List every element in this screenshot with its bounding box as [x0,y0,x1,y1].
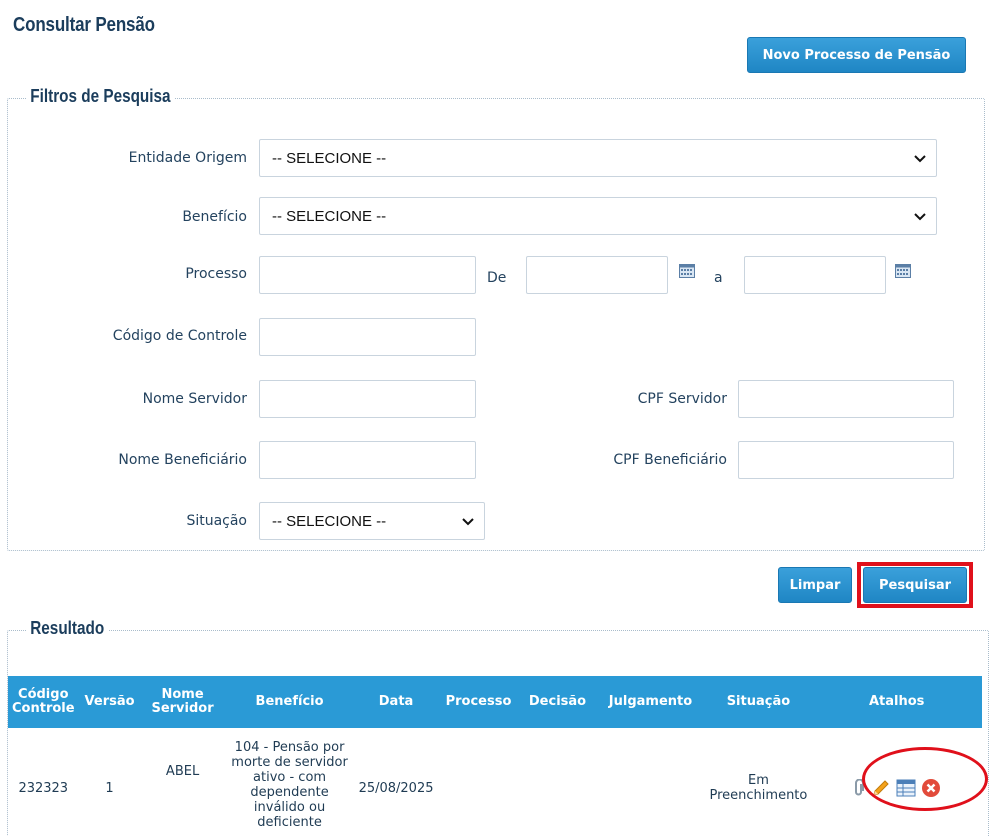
table-row: 232323 1 ABEL 104 - Pensão por morte de … [8,728,982,836]
processo-input[interactable] [259,256,476,294]
situacao-select-value: -- SELECIONE -- [272,512,387,530]
column-header[interactable]: Situação [705,676,812,728]
cell-julgamento [596,728,706,836]
de-label: De [487,270,507,286]
cell-processo [438,728,520,836]
date-to-input[interactable] [744,256,886,294]
a-label: a [714,270,723,286]
cpf-beneficiario-label: CPF Beneficiário [613,452,727,468]
codigo-controle-input[interactable] [259,318,476,356]
cell-beneficio: 104 - Pensão por morte de servidor ativo… [231,740,348,830]
filters-legend: Filtros de Pesquisa [26,86,175,107]
codigo-controle-label: Código de Controle [112,328,247,344]
cell-nome-servidor: ABEL [165,764,200,779]
beneficio-select[interactable]: -- SELECIONE -- [259,197,937,235]
column-header[interactable]: Julgamento [595,676,706,728]
column-header[interactable]: Data [354,676,438,728]
cell-decisao [520,728,596,836]
nome-beneficiario-input[interactable] [259,441,476,479]
column-header[interactable]: Benefício [224,676,355,728]
situacao-label: Situação [186,513,247,529]
column-header[interactable]: Nome Servidor [140,676,225,728]
nome-servidor-input[interactable] [259,380,476,418]
search-button-highlight [857,562,973,608]
cpf-servidor-input[interactable] [738,380,954,418]
chevron-down-icon [914,213,926,221]
nome-beneficiario-label: Nome Beneficiário [118,452,247,468]
results-table: Código Controle Versão Nome Servidor Ben… [8,676,982,836]
entidade-select[interactable]: -- SELECIONE -- [259,139,937,177]
cpf-beneficiario-input[interactable] [738,441,954,479]
cell-versao: 1 [105,780,114,796]
beneficio-label: Benefício [182,209,247,225]
column-header[interactable]: Processo [437,676,520,728]
column-header[interactable]: Versão [78,676,141,728]
entidade-select-value: -- SELECIONE -- [272,149,387,167]
new-pension-process-button[interactable]: Novo Processo de Pensão [747,37,966,73]
clear-button[interactable]: Limpar [778,567,852,603]
processo-label: Processo [185,266,247,282]
cell-situacao: Em Preenchimento [709,773,808,803]
page-title: Consultar Pensão [13,14,155,36]
cpf-servidor-label: CPF Servidor [637,391,727,407]
cell-codigo: 232323 [18,780,69,796]
situacao-select[interactable]: -- SELECIONE -- [259,502,485,540]
column-header: Atalhos [811,676,982,728]
calendar-icon[interactable] [679,264,695,278]
beneficio-select-value: -- SELECIONE -- [272,207,387,225]
calendar-icon[interactable] [895,264,911,278]
nome-servidor-label: Nome Servidor [142,391,247,407]
date-from-input[interactable] [526,256,668,294]
table-header-row: Código Controle Versão Nome Servidor Ben… [8,676,982,728]
column-header[interactable]: Decisão [519,676,596,728]
column-header[interactable]: Código Controle [8,676,79,728]
results-legend: Resultado [26,618,109,639]
chevron-down-icon [914,155,926,163]
entidade-label: Entidade Origem [128,150,247,166]
actions-highlight [862,747,988,811]
chevron-down-icon [462,518,474,526]
cell-data: 25/08/2025 [358,780,434,796]
